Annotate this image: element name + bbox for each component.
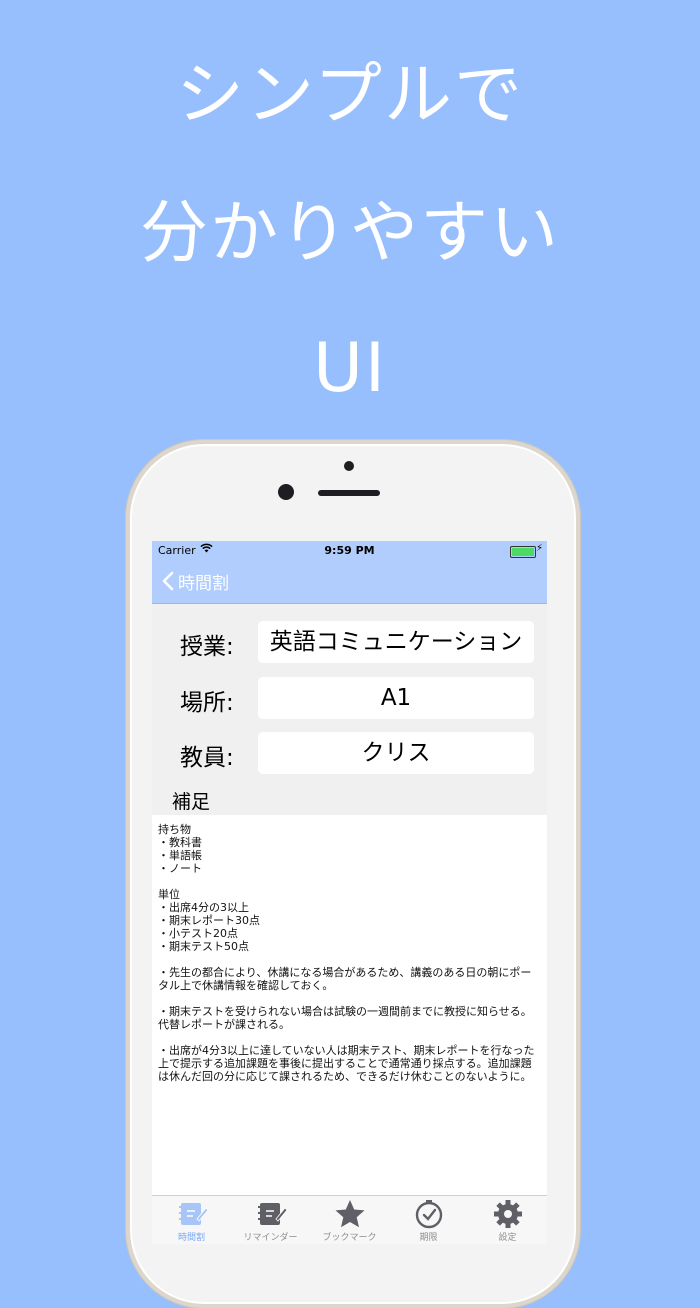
teacher-row: 教員: クリス xyxy=(152,732,547,774)
gear-icon xyxy=(493,1200,522,1228)
back-button[interactable]: 時間割 xyxy=(162,568,229,594)
back-button-label: 時間割 xyxy=(178,573,229,594)
notes-label: 補足 xyxy=(172,791,211,813)
star-icon xyxy=(335,1200,364,1228)
tab-deadline[interactable]: 期限 xyxy=(389,1196,468,1244)
headline-line-1: シンプルで xyxy=(176,56,524,135)
location-label: 場所: xyxy=(180,690,234,716)
headline-line-2: 分かりやすい xyxy=(139,194,560,273)
tab-bookmark-label: ブックマーク xyxy=(322,1233,377,1243)
teacher-field[interactable]: クリス xyxy=(258,732,534,774)
proximity-sensor xyxy=(344,461,354,471)
tab-reminder-label: リマインダー xyxy=(243,1233,298,1243)
tab-bar: 時間割 リマインダー ブックマーク 期限 設定 xyxy=(152,1195,547,1244)
tab-settings-label: 設定 xyxy=(498,1233,517,1243)
location-field[interactable]: A1 xyxy=(258,677,534,719)
tab-reminder[interactable]: リマインダー xyxy=(231,1196,310,1244)
earpiece-speaker xyxy=(318,490,380,496)
timetable-icon xyxy=(178,1203,209,1225)
clock-icon xyxy=(415,1200,442,1229)
charging-icon: ⚡ xyxy=(536,543,544,554)
tab-bookmark[interactable]: ブックマーク xyxy=(310,1196,389,1244)
class-label: 授業: xyxy=(180,634,234,660)
navigation-bar: 時間割 xyxy=(152,560,547,604)
notes-textarea[interactable]: 持ち物 ・教科書 ・単語帳 ・ノート 単位 ・出席4分の3以上 ・期末レポート3… xyxy=(152,815,547,1195)
teacher-label: 教員: xyxy=(180,745,234,771)
tab-settings[interactable]: 設定 xyxy=(468,1196,547,1244)
status-bar: Carrier 9:59 PM ⚡ xyxy=(152,541,547,560)
tab-timetable-label: 時間割 xyxy=(177,1233,205,1243)
tab-timetable[interactable]: 時間割 xyxy=(152,1196,231,1244)
front-camera xyxy=(278,484,294,500)
battery-icon xyxy=(510,546,536,558)
headline-line-3: UI xyxy=(313,329,387,408)
class-row: 授業: 英語コミュニケーション xyxy=(152,621,547,663)
chevron-left-icon xyxy=(162,571,174,591)
class-field[interactable]: 英語コミュニケーション xyxy=(258,621,534,663)
app-screen: Carrier 9:59 PM ⚡ 時間割 授業: 英語コミュニケーション 場所… xyxy=(152,541,547,1244)
reminder-icon xyxy=(257,1203,288,1225)
status-time: 9:59 PM xyxy=(324,544,375,557)
tab-deadline-label: 期限 xyxy=(419,1233,438,1243)
location-row: 場所: A1 xyxy=(152,677,547,719)
